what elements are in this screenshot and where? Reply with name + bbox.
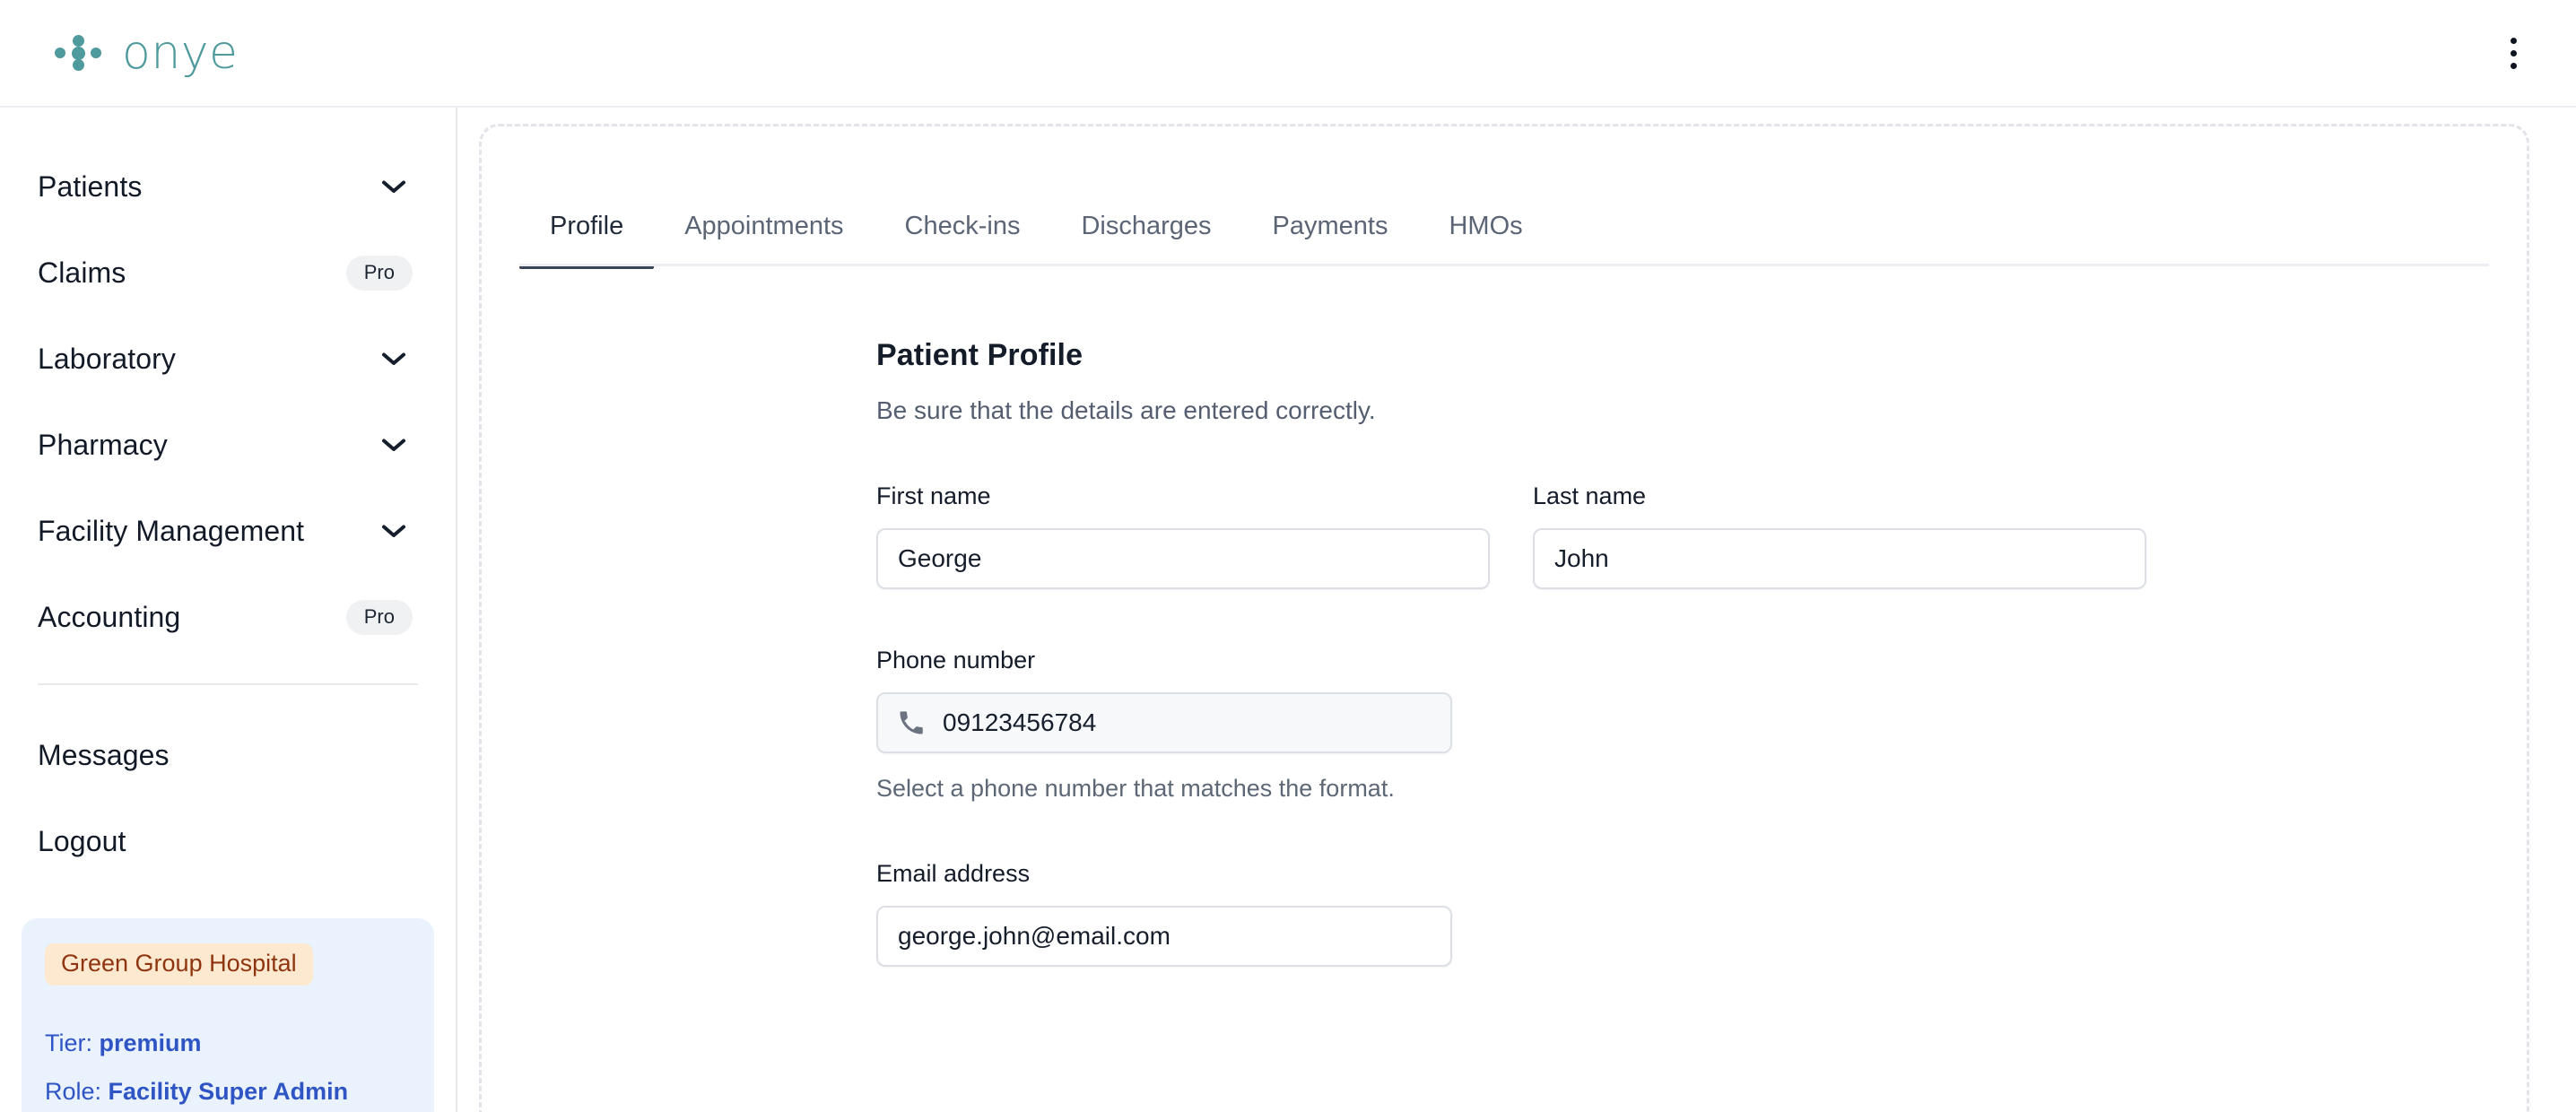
first-name-input[interactable]: George	[876, 528, 1490, 589]
page-title: Patient Profile	[876, 338, 1083, 372]
pro-badge: Pro	[345, 255, 413, 291]
sidebar-item-patients[interactable]: Patients	[38, 143, 418, 230]
tab-profile[interactable]: Profile	[519, 213, 655, 269]
chevron-down-icon	[382, 525, 405, 537]
tab-appointments[interactable]: Appointments	[654, 213, 874, 266]
sidebar-item-accounting[interactable]: Accounting Pro	[38, 574, 418, 660]
sidebar-item-claims[interactable]: Claims Pro	[38, 230, 418, 316]
page-subtitle: Be sure that the details are entered cor…	[876, 396, 1376, 424]
brand-logo[interactable]: onye	[50, 30, 239, 76]
facility-info-card: Green Group Hospital Tier: premium Role:…	[22, 918, 434, 1112]
tab-discharges[interactable]: Discharges	[1050, 213, 1241, 266]
last-name-label: Last name	[1533, 482, 1647, 509]
chevron-down-icon	[382, 439, 405, 451]
sidebar-item-label: Patients	[38, 169, 143, 203]
sidebar: Patients Claims Pro Laboratory Pharmacy …	[0, 108, 457, 1112]
phone-number-input[interactable]: 09123456784	[876, 692, 1452, 753]
sidebar-item-label: Pharmacy	[38, 428, 168, 461]
facility-role-value: Facility Super Admin	[108, 1078, 349, 1106]
facility-role-label: Role:	[45, 1078, 102, 1106]
sidebar-item-label: Claims	[38, 256, 126, 289]
tab-check-ins[interactable]: Check-ins	[875, 213, 1051, 266]
sidebar-item-messages[interactable]: Messages	[38, 712, 418, 798]
tab-bar-divider	[519, 264, 2489, 266]
phone-row: Phone number 09123456784 Select a phone …	[876, 648, 2527, 803]
sidebar-item-label: Logout	[38, 824, 126, 857]
sidebar-item-laboratory[interactable]: Laboratory	[38, 316, 418, 402]
first-name-field-group: First name George	[876, 484, 1490, 589]
chevron-down-icon	[382, 180, 405, 193]
sidebar-item-label: Messages	[38, 738, 170, 771]
sidebar-item-logout[interactable]: Logout	[38, 798, 418, 884]
phone-help-text: Select a phone number that matches the f…	[876, 775, 1395, 802]
phone-label: Phone number	[876, 647, 1036, 673]
phone-icon	[898, 709, 925, 736]
brand-name: onye	[122, 26, 239, 80]
facility-tier-value: premium	[99, 1029, 202, 1056]
email-input[interactable]: george.john@email.com	[876, 906, 1452, 967]
sidebar-item-label: Laboratory	[38, 342, 176, 375]
facility-tier: Tier: premium	[45, 1029, 411, 1057]
kebab-menu-icon[interactable]	[2493, 26, 2533, 80]
tab-hmos[interactable]: HMOs	[1418, 213, 1553, 266]
app-root: onye Patients Claims Pro Laboratory Phar…	[0, 0, 2576, 1112]
sidebar-divider	[38, 683, 418, 685]
tab-bar: Profile Appointments Check-ins Discharge…	[482, 126, 2527, 269]
patient-profile-form: Patient Profile Be sure that the details…	[482, 266, 2527, 967]
main-panel: Profile Appointments Check-ins Discharge…	[479, 124, 2529, 1112]
facility-role: Role: Facility Super Admin	[45, 1077, 411, 1106]
name-row: First name George Last name John	[876, 484, 2527, 589]
email-field-group: Email address george.john@email.com	[876, 862, 1452, 967]
top-bar: onye	[0, 0, 2576, 108]
facility-tier-label: Tier:	[45, 1029, 92, 1056]
sidebar-item-pharmacy[interactable]: Pharmacy	[38, 402, 418, 488]
email-label: Email address	[876, 860, 1031, 887]
sidebar-item-label: Facility Management	[38, 514, 305, 547]
phone-number-value: 09123456784	[943, 708, 1097, 736]
phone-field-group: Phone number 09123456784 Select a phone …	[876, 648, 1452, 803]
facility-name-badge: Green Group Hospital	[45, 943, 313, 986]
first-name-label: First name	[876, 482, 991, 509]
onye-logo-icon	[50, 30, 108, 76]
sidebar-item-facility-management[interactable]: Facility Management	[38, 488, 418, 574]
email-row: Email address george.john@email.com	[876, 862, 2527, 967]
chevron-down-icon	[382, 352, 405, 365]
last-name-field-group: Last name John	[1533, 484, 2146, 589]
tab-payments[interactable]: Payments	[1242, 213, 1419, 266]
sidebar-item-label: Accounting	[38, 600, 181, 633]
last-name-input[interactable]: John	[1533, 528, 2146, 589]
pro-badge: Pro	[345, 599, 413, 635]
